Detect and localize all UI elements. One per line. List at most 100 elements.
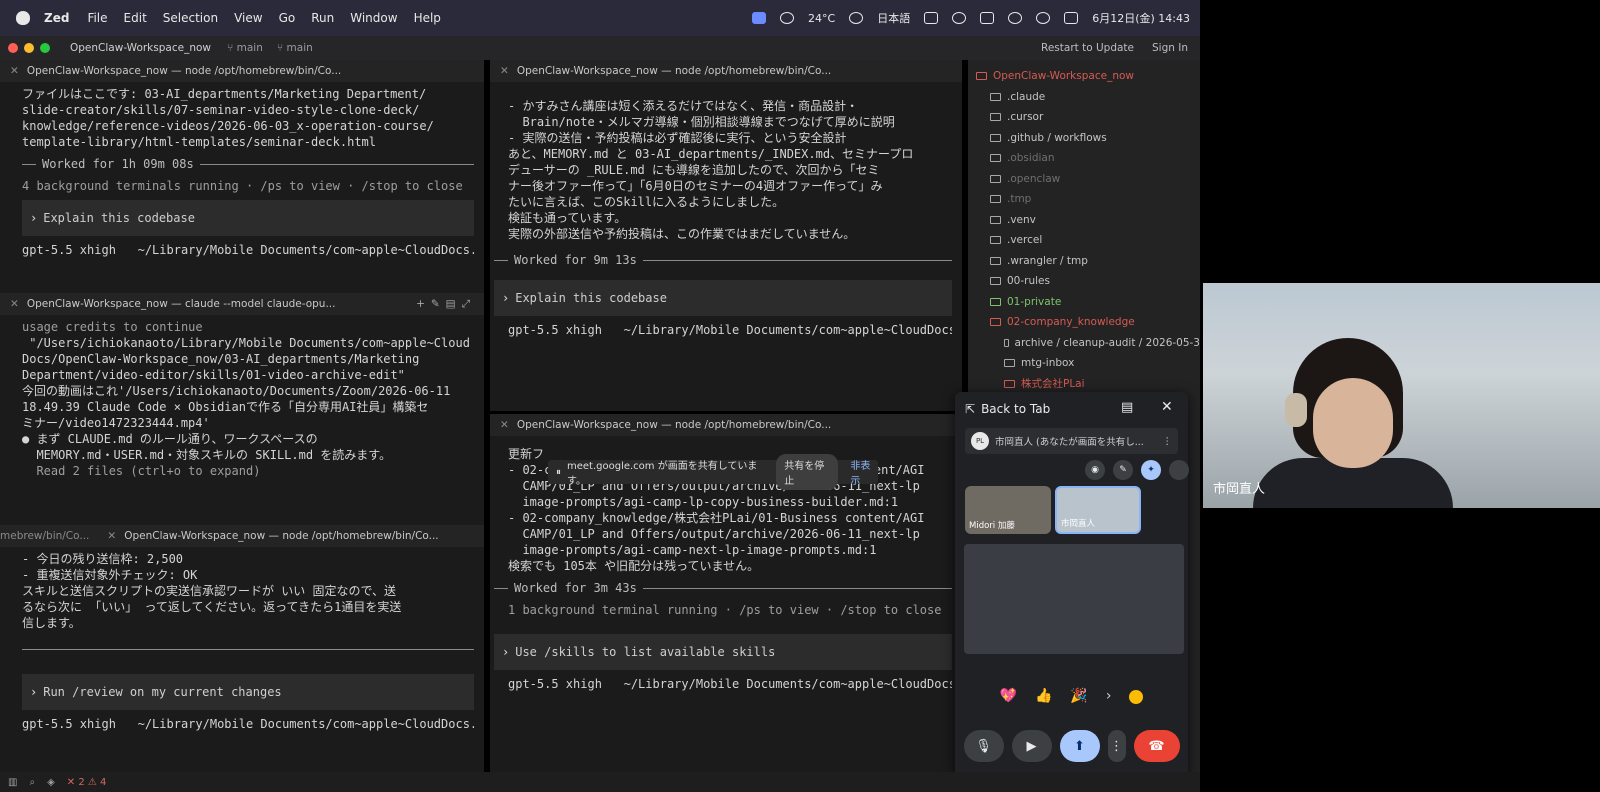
edit-icon[interactable]: ✎ <box>1113 460 1133 480</box>
terminal-pane-bottom-left[interactable]: mebrew/bin/Co... ✕ OpenClaw-Workspace_now… <box>0 525 484 772</box>
folder-icon <box>990 133 1001 142</box>
branch-selector-2[interactable]: ⑂ main <box>277 42 313 54</box>
back-to-tab-button[interactable]: ⇱ Back to Tab <box>965 402 1050 416</box>
tree-item[interactable]: .claude <box>968 87 1200 108</box>
pane-tools-icons[interactable]: +✎▤⤢ <box>416 298 476 311</box>
terminal-pane-top-right[interactable]: ✕ OpenClaw-Workspace_now — node /opt/home… <box>490 60 962 411</box>
tree-item[interactable]: .obsidian <box>968 148 1200 169</box>
tree-item[interactable]: mtg-inbox <box>968 353 1200 374</box>
terminal-pane-top-left[interactable]: ✕ OpenClaw-Workspace_now — node /opt/home… <box>0 60 484 293</box>
tree-item[interactable]: OpenClaw-Workspace_now <box>968 66 1200 87</box>
wifi-icon[interactable] <box>1008 12 1023 24</box>
tab-title-prev[interactable]: mebrew/bin/Co... <box>0 530 89 542</box>
more-vert-icon[interactable]: ⋮ <box>1107 730 1126 762</box>
hide-bar-button[interactable]: 非表示 <box>850 457 878 487</box>
shared-screen-preview[interactable] <box>964 544 1184 654</box>
screen-share-icon[interactable] <box>752 12 767 24</box>
effects-icon[interactable]: ✦ <box>1141 460 1161 480</box>
apple-icon[interactable] <box>16 11 30 25</box>
avatar: PL <box>971 432 989 450</box>
participant-tile[interactable]: Midori 加藤 <box>965 486 1051 534</box>
tree-item[interactable]: .github / workflows <box>968 128 1200 149</box>
close-tab-icon[interactable]: ✕ <box>500 419 509 431</box>
thumbs-up-reaction[interactable]: 👍 <box>1035 688 1052 704</box>
terminal-pane-middle-left[interactable]: ✕ OpenClaw-Workspace_now — claude --model… <box>0 293 484 525</box>
close-icon[interactable]: ✕ <box>1161 399 1173 415</box>
more-icon[interactable]: ⋮ <box>1163 436 1173 447</box>
prompt-input[interactable]: › Use /skills to list available skills <box>494 634 952 670</box>
close-tab-icon[interactable]: ✕ <box>500 65 509 77</box>
display-icon[interactable] <box>924 12 939 24</box>
project-name[interactable]: OpenClaw-Workspace_now <box>70 42 211 54</box>
close-tab-icon[interactable]: ✕ <box>107 530 116 542</box>
tree-item-label: .claude <box>1007 90 1046 103</box>
panel-toggle-icon[interactable]: ▥ <box>8 777 17 788</box>
close-tab-icon[interactable]: ✕ <box>10 298 19 310</box>
terminal-tab-bar[interactable]: mebrew/bin/Co... ✕ OpenClaw-Workspace_now… <box>0 525 484 547</box>
error-count[interactable]: ✕ 2 ⚠ 4 <box>67 777 107 788</box>
menu-go[interactable]: Go <box>279 11 296 25</box>
shared-tab-row[interactable]: PL 市岡直人 (あなたが画面を共有し... ⋮ <box>965 428 1178 454</box>
menu-edit[interactable]: Edit <box>124 11 147 25</box>
menu-view[interactable]: View <box>234 11 262 25</box>
vpn-icon[interactable] <box>780 12 795 24</box>
sign-in-button[interactable]: Sign In <box>1152 42 1188 54</box>
camera-icon[interactable]: ▶ <box>1011 730 1052 762</box>
tree-item[interactable]: 01-private <box>968 292 1200 313</box>
heart-reaction[interactable]: 💖 <box>1000 688 1017 704</box>
tree-item[interactable]: archive / cleanup-audit / 2026-05-3 <box>968 333 1200 354</box>
chat-icon[interactable]: ▤ <box>1121 400 1133 415</box>
tree-item[interactable]: 00-rules <box>968 271 1200 292</box>
terminal-tab[interactable]: ✕ OpenClaw-Workspace_now — node /opt/home… <box>490 414 962 436</box>
tree-item[interactable]: .wrangler / tmp <box>968 251 1200 272</box>
headphones-icon[interactable] <box>952 12 967 24</box>
raise-hand-icon[interactable] <box>1129 690 1144 704</box>
git-icon[interactable]: ◈ <box>47 777 55 788</box>
terminal-tab[interactable]: ✕ OpenClaw-Workspace_now — node /opt/home… <box>0 60 484 82</box>
search-icon[interactable] <box>1036 12 1051 24</box>
input-mode[interactable]: 日本語 <box>877 10 910 26</box>
minimize-window-button[interactable] <box>24 43 34 53</box>
folder-icon <box>990 297 1001 306</box>
tree-item[interactable]: .vercel <box>968 230 1200 251</box>
participant-tile-self[interactable]: 市岡直人 <box>1055 486 1141 534</box>
close-tab-icon[interactable]: ✕ <box>10 65 19 77</box>
tree-item[interactable]: .openclaw <box>968 169 1200 190</box>
party-reaction[interactable]: 🎉 <box>1070 688 1087 704</box>
terminal-tab[interactable]: ✕ OpenClaw-Workspace_now — node /opt/home… <box>490 60 962 82</box>
tree-item[interactable]: 02-company_knowledge <box>968 312 1200 333</box>
record-icon[interactable]: ◉ <box>1085 460 1105 480</box>
present-icon[interactable]: ⬆ <box>1059 730 1100 762</box>
clock[interactable]: 6月12日(金) 14:43 <box>1092 10 1190 26</box>
zoom-window-button[interactable] <box>40 43 50 53</box>
tree-item[interactable]: 株式会社PLai <box>968 374 1200 395</box>
screen-share-bar: ⏸ meet.google.com が画面を共有しています。 共有を停止 非表示 <box>548 454 878 490</box>
app-menu[interactable]: Zed <box>44 11 69 25</box>
tree-item[interactable]: .venv <box>968 210 1200 231</box>
menu-window[interactable]: Window <box>350 11 397 25</box>
restart-to-update-button[interactable]: Restart to Update <box>1041 42 1134 54</box>
tree-item[interactable]: .cursor <box>968 107 1200 128</box>
search-icon[interactable]: ⌕ <box>29 777 35 788</box>
stop-sharing-button[interactable]: 共有を停止 <box>776 454 839 490</box>
battery-icon[interactable] <box>980 12 995 24</box>
prompt-input[interactable]: › Run /review on my current changes <box>22 674 474 710</box>
end-call-icon[interactable]: ☎ <box>1133 730 1180 762</box>
menu-file[interactable]: File <box>87 11 107 25</box>
menu-help[interactable]: Help <box>414 11 441 25</box>
close-window-button[interactable] <box>8 43 18 53</box>
microphone-icon[interactable]: 🎙 <box>963 730 1004 762</box>
menu-selection[interactable]: Selection <box>163 11 218 25</box>
prompt-input[interactable]: › Explain this codebase <box>22 200 474 236</box>
terminal-tab[interactable]: ✕ OpenClaw-Workspace_now — claude --model… <box>0 293 484 315</box>
status-bar: ▥ ⌕ ◈ ✕ 2 ⚠ 4 <box>0 772 1200 792</box>
more-options-icon[interactable] <box>1169 460 1189 480</box>
control-center-icon[interactable] <box>1064 12 1079 24</box>
branch-selector[interactable]: ⑂ main <box>227 42 263 54</box>
chevron-right-icon[interactable]: › <box>1106 688 1112 704</box>
tree-item[interactable]: .tmp <box>968 189 1200 210</box>
weather-text[interactable]: 24°C <box>808 12 835 25</box>
play-icon[interactable] <box>849 12 864 24</box>
menu-run[interactable]: Run <box>311 11 334 25</box>
prompt-input[interactable]: › Explain this codebase <box>494 280 952 316</box>
